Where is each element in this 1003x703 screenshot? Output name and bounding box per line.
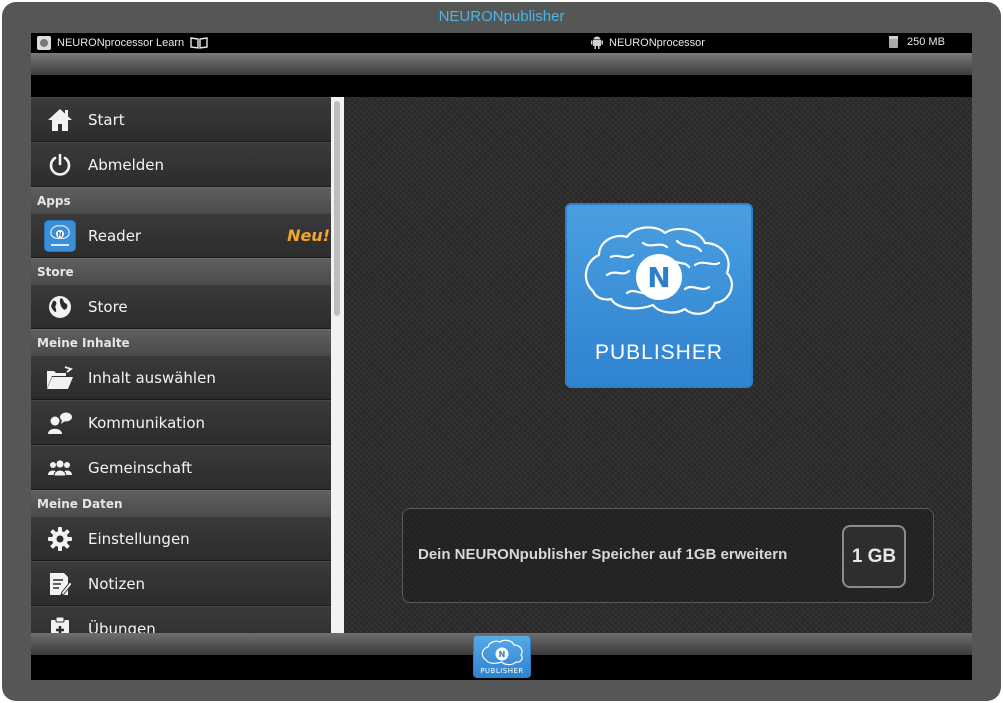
status-device-name: NEURONprocessor — [609, 36, 705, 49]
section-header-apps: Apps — [31, 187, 344, 213]
globe-icon — [48, 295, 71, 318]
dock-publisher-app[interactable]: N PUBLISHER — [473, 635, 531, 678]
sidebar-item-reader[interactable]: N Reader Neu! — [31, 213, 344, 258]
logo-letter: N — [647, 261, 670, 294]
app-status-icon — [37, 36, 51, 50]
status-app-name: NEURONprocessor Learn — [57, 37, 185, 49]
sidebar-item-start[interactable]: Start — [31, 97, 344, 142]
status-storage: 250 MB — [907, 36, 945, 48]
sidebar-item-gemeinschaft[interactable]: Gemeinschaft — [31, 445, 344, 490]
sidebar-item-store[interactable]: Store — [31, 284, 344, 329]
dock-icon-text: PUBLISHER — [480, 667, 524, 675]
gear-icon — [47, 526, 72, 551]
sidebar-item-einstellungen[interactable]: Einstellungen — [31, 516, 344, 561]
publisher-logo[interactable]: N PUBLISHER — [565, 203, 753, 388]
status-bar: NEURONprocessor Learn NEURONprocessor 25… — [31, 33, 972, 53]
power-icon — [49, 153, 70, 176]
section-header-meine-inhalte: Meine Inhalte — [31, 329, 344, 355]
device-screen: NEURONprocessor Learn NEURONprocessor 25… — [31, 33, 972, 680]
book-icon — [190, 37, 208, 49]
logo-text: PUBLISHER — [594, 341, 724, 364]
clipboard-icon — [50, 616, 69, 633]
app-window: NEURONpublisher NEURONprocessor Learn NE… — [2, 2, 1001, 701]
storage-upgrade-panel: Dein NEURONpublisher Speicher auf 1GB er… — [402, 508, 934, 603]
sidebar-menu[interactable]: Start Abmelden Apps N Reader Neu! Store … — [31, 97, 344, 633]
svg-text:N: N — [499, 650, 506, 659]
sidebar-item-notizen[interactable]: Notizen — [31, 561, 344, 606]
publisher-app-icon: N — [43, 219, 76, 252]
svg-text:N: N — [57, 231, 62, 238]
main-content: N PUBLISHER Dein NEURONpublisher Speiche… — [344, 97, 972, 633]
folder-open-icon — [46, 365, 73, 389]
sidebar-item-kommunikation[interactable]: Kommunikation — [31, 400, 344, 445]
section-header-meine-daten: Meine Daten — [31, 490, 344, 516]
group-icon — [47, 459, 72, 476]
notes-icon — [49, 572, 72, 596]
new-badge: Neu! — [287, 226, 330, 245]
upgrade-1gb-button[interactable]: 1 GB — [842, 525, 906, 588]
android-icon — [591, 36, 603, 49]
chat-user-icon — [47, 412, 72, 434]
window-title: NEURONpublisher — [438, 8, 565, 25]
brain-logo-icon: N — [584, 226, 733, 315]
sidebar-item-uebungen[interactable]: Übungen — [31, 606, 344, 633]
upgrade-text: Dein NEURONpublisher Speicher auf 1GB er… — [418, 546, 788, 563]
brain-logo-icon: N — [481, 639, 523, 666]
home-icon — [47, 108, 72, 131]
storage-icon — [889, 36, 898, 48]
sidebar-item-abmelden[interactable]: Abmelden — [31, 142, 344, 187]
sidebar-item-inhalt-auswaehlen[interactable]: Inhalt auswählen — [31, 355, 344, 400]
top-toolbar — [31, 53, 972, 75]
sidebar-scroll-thumb[interactable] — [334, 101, 340, 316]
section-header-store: Store — [31, 258, 344, 284]
